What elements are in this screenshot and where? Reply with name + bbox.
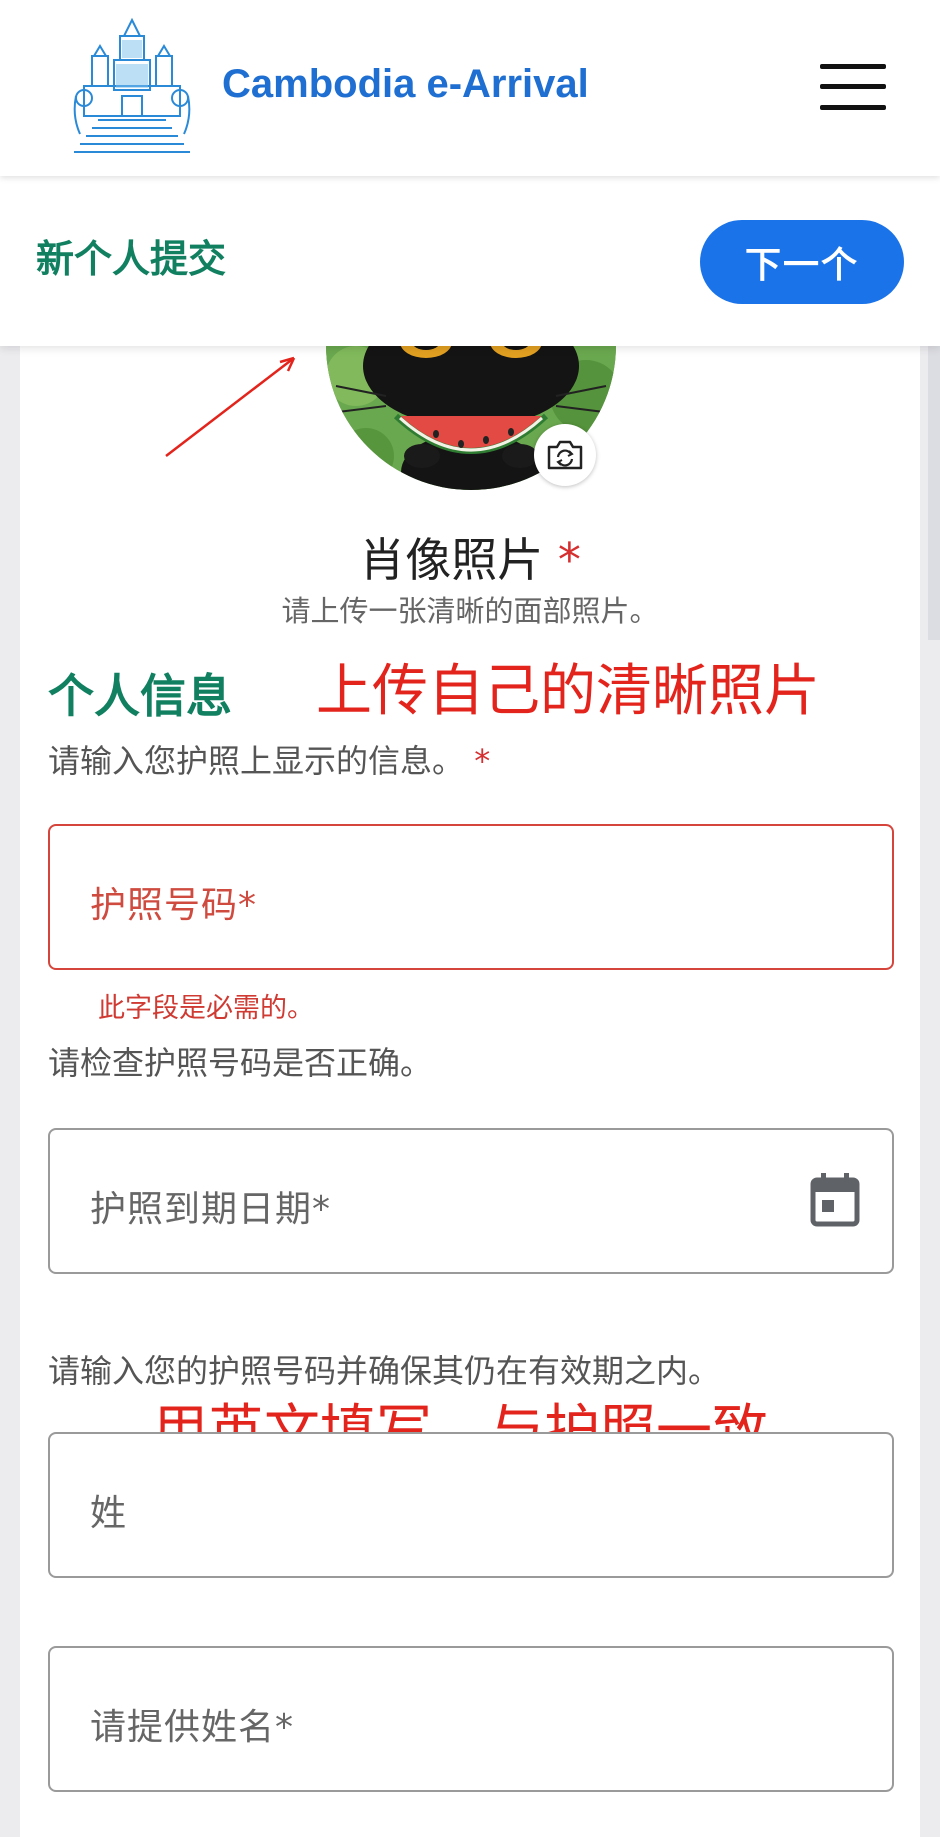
section-title: 个人信息 [48,669,232,723]
surname-placeholder: 姓 [90,1493,128,1534]
annotation-arrow [165,356,296,457]
hamburger-menu-icon[interactable] [820,62,886,112]
form-toolbar: 新个人提交 下一个 [0,176,940,346]
section-hint-text: 请输入您护照上显示的信息。 [48,742,465,780]
photo-label-text: 肖像照片 [359,533,544,587]
passport-number-helper: 请检查护照号码是否正确。 [48,1044,433,1082]
field-error-message: 此字段是必需的。 [98,993,314,1024]
given-name-placeholder: 请提供姓名* [90,1707,295,1748]
passport-number-placeholder: 护照号码* [90,885,258,926]
photo-hint: 请上传一张清晰的面部照片。 [281,594,659,628]
camera-rotate-icon[interactable] [534,424,596,486]
passport-expiry-field[interactable]: 护照到期日期* [48,1128,894,1274]
app-title: Cambodia e-Arrival [222,62,589,106]
photo-label: 肖像照片 * [20,524,920,590]
calendar-icon[interactable] [810,1172,860,1228]
angkor-temple-logo [73,17,191,153]
given-name-field[interactable]: 请提供姓名* [48,1646,894,1792]
surname-field[interactable]: 姓 [48,1432,894,1578]
app-header: Cambodia e-Arrival [0,0,940,176]
form-card: 肖像照片 * 请上传一张清晰的面部照片。 个人信息 上传自己的清晰照片 请输入您… [20,336,920,1837]
page-title: 新个人提交 [36,237,227,281]
next-button[interactable]: 下一个 [700,220,904,304]
passport-number-field[interactable]: 护照号码* [48,824,894,970]
required-marker: * [474,742,491,780]
passport-expiry-placeholder: 护照到期日期* [90,1189,332,1230]
section-hint: 请输入您护照上显示的信息。 * [48,736,490,782]
required-marker: * [557,533,581,587]
photo-annotation: 上传自己的清晰照片 [316,659,820,724]
